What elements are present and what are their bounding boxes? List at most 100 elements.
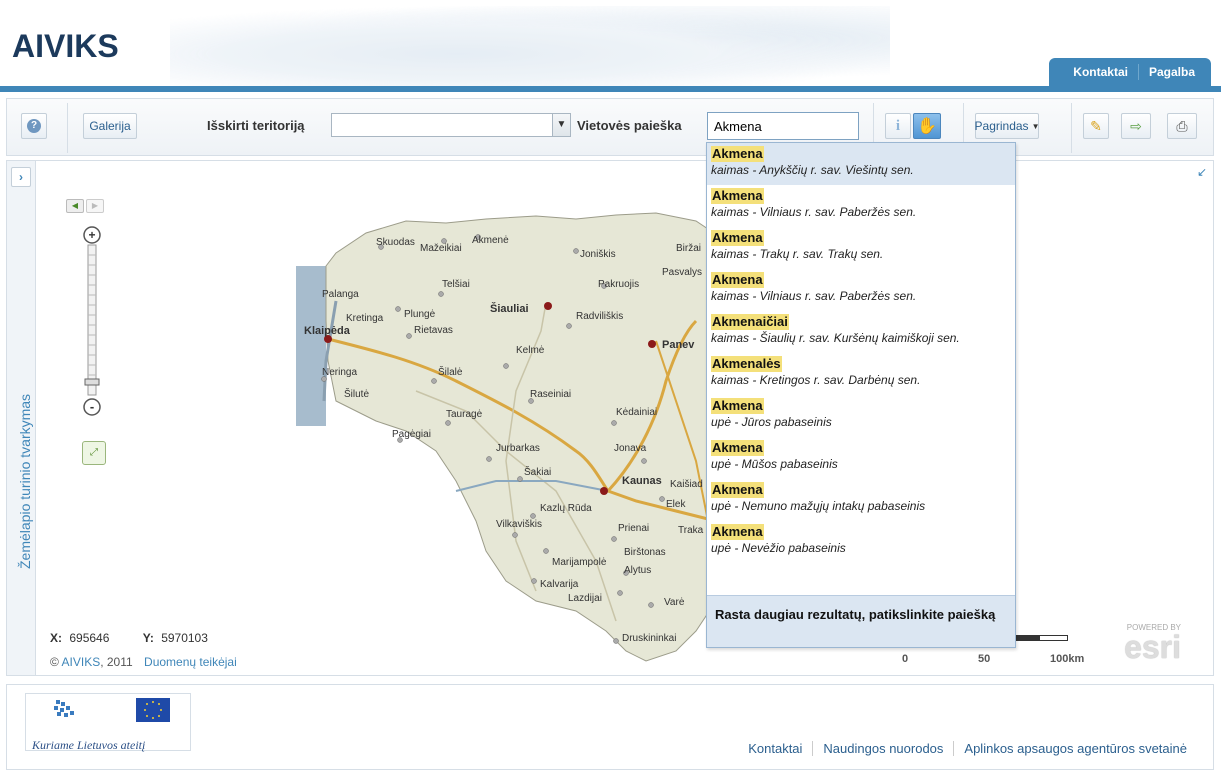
previous-extent-button[interactable]: ◀ — [66, 199, 84, 213]
suggestion-item[interactable]: Akmena kaimas - Anykščių r. sav. Viešint… — [707, 143, 1015, 185]
y-label: Y: — [142, 631, 154, 645]
territory-select[interactable]: ▼ — [331, 113, 571, 137]
gallery-button[interactable]: Galerija — [83, 113, 137, 139]
collapse-overview-icon[interactable]: ↙ — [1197, 165, 1207, 179]
next-extent-button[interactable]: ▶ — [86, 199, 104, 213]
tab-kontaktai[interactable]: Kontaktai — [1063, 58, 1138, 86]
suggestion-name: Akmena — [711, 230, 764, 246]
help-icon: ? — [27, 119, 41, 133]
help-button[interactable]: ? — [21, 113, 47, 139]
location-search-input[interactable] — [707, 112, 859, 140]
layers-panel-title[interactable]: Žemėlapio turinio tvarkymas — [17, 394, 33, 569]
map-canvas[interactable] — [36, 161, 1214, 676]
arrow-left-icon: ◀ — [71, 201, 79, 210]
city-marker[interactable] — [648, 340, 656, 348]
slogan: Kuriame Lietuvos ateitį — [32, 738, 146, 752]
export-button[interactable]: ⇨ — [1121, 113, 1151, 139]
zoom-track[interactable] — [87, 244, 97, 396]
city-label: Varė — [664, 597, 685, 608]
suggestion-item[interactable]: Akmena kaimas - Vilniaus r. sav. Paberžė… — [707, 269, 1015, 311]
suggestion-name: Akmena — [711, 398, 764, 414]
suggestion-item[interactable]: Akmena upė - Mūšos pabaseinis — [707, 437, 1015, 479]
broom-icon: ✎ — [1090, 117, 1102, 134]
city-label: Marijampolė — [552, 557, 607, 568]
city-label: Tauragė — [446, 409, 483, 420]
map-view[interactable]: Skuodas Mažeikiai Akmenė Joniškis Biržai… — [36, 160, 1214, 676]
scale-label-100: 100km — [1050, 653, 1085, 665]
print-icon: ⎙ — [1176, 117, 1188, 134]
suggestion-item[interactable]: Akmena upė - Nemuno mažųjų intakų pabase… — [707, 479, 1015, 521]
city-label: Kelmė — [516, 345, 545, 356]
suggestion-desc: upė - Mūšos pabaseinis — [711, 457, 838, 471]
toolbar: ? Galerija Išskirti teritoriją ▼ Vietovė… — [6, 98, 1214, 156]
suggestion-name: Akmena — [711, 440, 764, 456]
suggestion-item[interactable]: Akmena upė - Jūros pabaseinis — [707, 395, 1015, 437]
suggestion-name: Akmenaičiai — [711, 314, 789, 330]
city-label: Jonava — [614, 443, 647, 454]
cursor-coordinates: X: 695646 Y: 5970103 — [50, 631, 208, 645]
suggestion-desc: kaimas - Vilniaus r. sav. Paberžės sen. — [711, 205, 917, 219]
suggestion-item[interactable]: Akmena kaimas - Trakų r. sav. Trakų sen. — [707, 227, 1015, 269]
scale-label-0: 0 — [902, 653, 909, 665]
suggestion-desc: upė - Jūros pabaseinis — [711, 415, 832, 429]
suggestion-item[interactable]: Akmena kaimas - Vilniaus r. sav. Paberžė… — [707, 185, 1015, 227]
identify-button[interactable]: i — [885, 113, 911, 139]
expand-icon: ⤢ — [90, 447, 98, 458]
expand-panel-button[interactable]: › — [11, 167, 31, 187]
logo[interactable]: AIVIKS — [12, 28, 119, 65]
print-button[interactable]: ⎙ — [1167, 113, 1197, 139]
city-label: Šiauliai — [490, 303, 529, 315]
data-providers-link[interactable]: Duomenų teikėjai — [144, 655, 237, 669]
clear-button[interactable]: ✎ — [1083, 113, 1109, 139]
copyright-year: , 2011 — [100, 655, 133, 669]
zoom-thumb[interactable] — [84, 378, 100, 386]
footer-link-contacts[interactable]: Kontaktai — [738, 741, 812, 756]
header-banner — [170, 6, 890, 86]
suggestion-name: Akmena — [711, 272, 764, 288]
esri-logo: POWERED BY esri — [1124, 623, 1181, 663]
city-label: Pakruojis — [598, 279, 640, 290]
city-label: Kazlų Rūda — [540, 503, 592, 514]
copyright-symbol: © — [50, 655, 62, 669]
suggestion-item[interactable]: Akmenaičiai kaimas - Šiaulių r. sav. Kur… — [707, 311, 1015, 353]
suggestion-desc: kaimas - Trakų r. sav. Trakų sen. — [711, 247, 884, 261]
city-label: Jurbarkas — [496, 443, 540, 454]
city-label: Lazdijai — [568, 593, 602, 604]
city-label: Skuodas — [376, 237, 415, 248]
city-label: Akmenė — [472, 235, 509, 246]
footer: Kuriame Lietuvos ateitį Kontaktai Naudin… — [6, 684, 1214, 770]
header-divider — [0, 86, 1221, 92]
pan-button[interactable]: ✋ — [913, 113, 941, 139]
basemap-label: Pagrindas — [974, 119, 1029, 133]
suggestion-desc: kaimas - Anykščių r. sav. Viešintų sen. — [711, 163, 914, 177]
copyright: © AIVIKS, 2011 Duomenų teikėjai — [50, 655, 237, 669]
city-label: Vilkaviškis — [496, 519, 542, 530]
suggestion-item[interactable]: Akmena upė - Nevėžio pabaseinis — [707, 521, 1015, 563]
full-extent-button[interactable]: ⤢ — [82, 441, 106, 465]
basemap-dropdown[interactable]: Pagrindas ▼ — [975, 113, 1039, 139]
city-label: Kretinga — [346, 313, 384, 324]
footer-link-agency[interactable]: Aplinkos apsaugos agentūros svetainė — [953, 741, 1197, 756]
zoom-slider[interactable]: + - — [80, 223, 104, 423]
footer-link-useful[interactable]: Naudingos nuorodos — [812, 741, 953, 756]
city-label: Panev — [662, 339, 695, 351]
app-page: AIVIKS Kontaktai Pagalba ? Galerija Išsk… — [0, 0, 1221, 776]
city-label: Birštonas — [624, 547, 666, 558]
top-nav: Kontaktai Pagalba — [1049, 58, 1211, 86]
tab-pagalba[interactable]: Pagalba — [1139, 58, 1205, 86]
export-icon: ⇨ — [1130, 117, 1142, 134]
city-marker[interactable] — [600, 487, 608, 495]
city-label: Rietavas — [414, 325, 453, 336]
city-label: Radviliškis — [576, 311, 624, 322]
chevron-down-icon[interactable]: ▼ — [552, 114, 570, 136]
x-value: 695646 — [69, 631, 110, 645]
header: AIVIKS Kontaktai Pagalba — [0, 0, 1221, 92]
suggestion-item[interactable]: Akmenalės kaimas - Kretingos r. sav. Dar… — [707, 353, 1015, 395]
toolbar-divider — [1071, 103, 1072, 153]
city-label: Šakiai — [524, 467, 552, 478]
aiviks-link[interactable]: AIVIKS — [62, 655, 101, 669]
city-marker[interactable] — [544, 302, 552, 310]
search-suggestions: Akmena kaimas - Anykščių r. sav. Viešint… — [706, 142, 1016, 648]
city-label: Neringa — [322, 367, 358, 378]
city-label: Elek — [666, 499, 686, 510]
